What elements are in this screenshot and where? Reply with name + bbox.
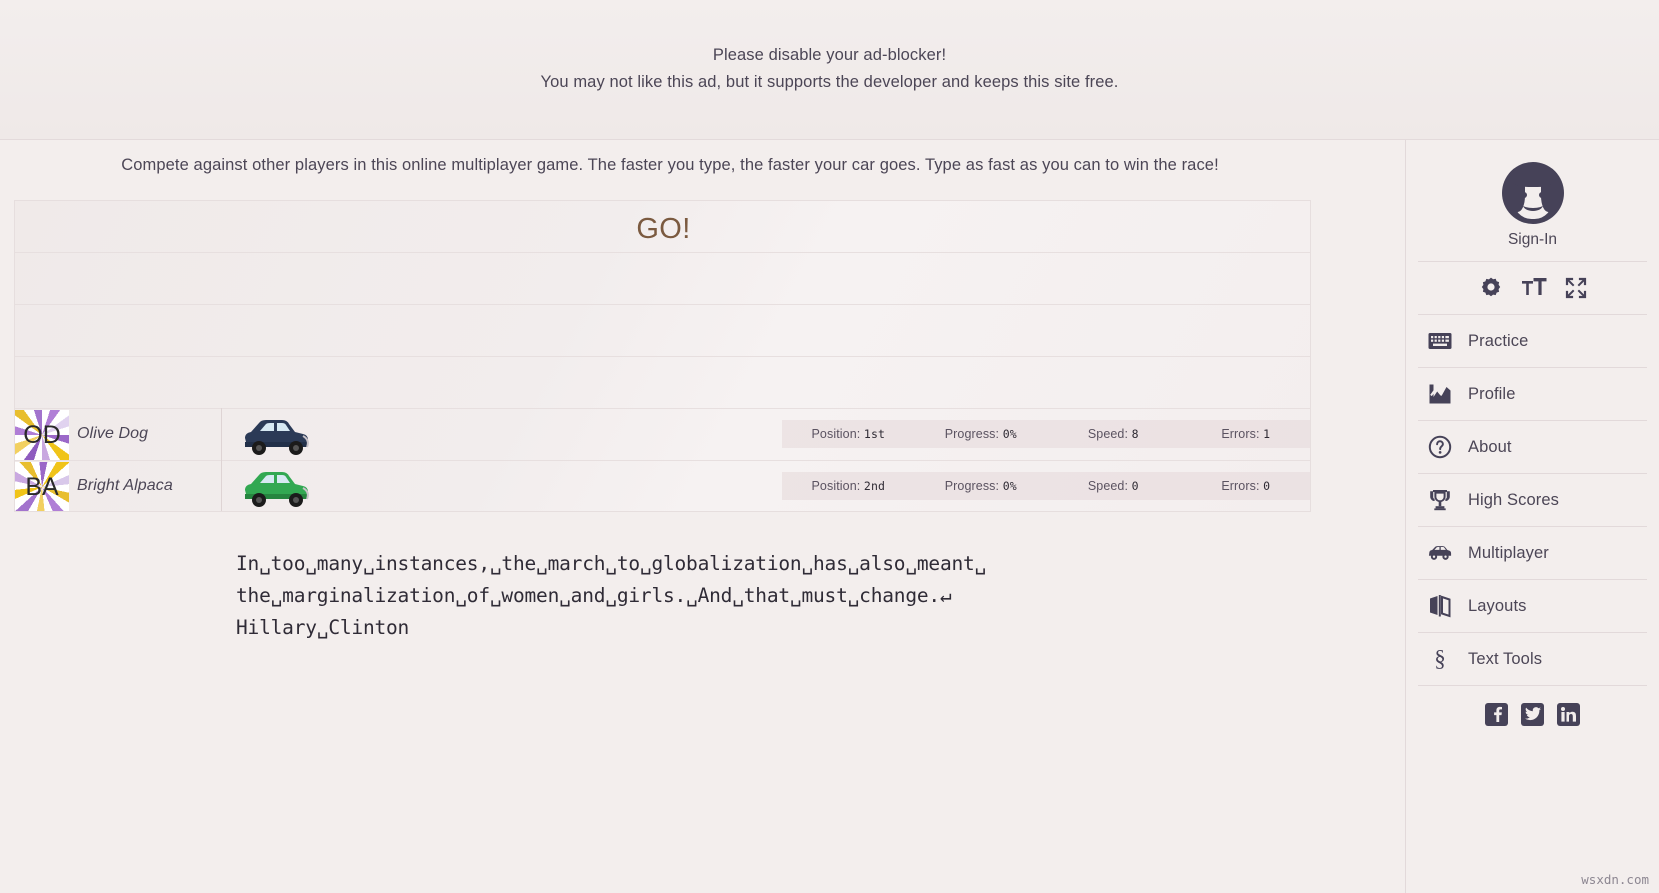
stat-errors-label: Errors: xyxy=(1221,479,1260,493)
stat-progress-value: 0% xyxy=(1002,427,1017,441)
stat-progress-label: Progress: xyxy=(944,427,1000,441)
stat-errors: Errors: 0 xyxy=(1180,479,1311,493)
svg-text:§: § xyxy=(1434,647,1446,671)
sidebar-item-label: About xyxy=(1468,437,1512,456)
chart-icon xyxy=(1428,382,1452,406)
player-stats: Position: 2nd Progress: 0% Speed: 0 Erro… xyxy=(782,472,1311,500)
question-circle-icon xyxy=(1428,435,1452,459)
stat-position-label: Position: xyxy=(811,479,861,493)
player-car xyxy=(233,416,317,458)
player-name: Olive Dog xyxy=(77,425,149,442)
sign-in-button[interactable]: Sign-In xyxy=(1406,140,1659,261)
table-row: BA Bright Alpaca Position: 2nd Progress: xyxy=(15,460,1311,511)
stat-position-value: 1st xyxy=(863,427,885,441)
sidebar-item-label: Layouts xyxy=(1468,596,1527,615)
sidebar-item-label: Profile xyxy=(1468,384,1516,403)
avatar: OD xyxy=(15,410,69,460)
quick-settings-row xyxy=(1406,262,1659,314)
main-content: Compete against other players in this on… xyxy=(0,140,1405,893)
sidebar-item-multiplayer[interactable]: Multiplayer xyxy=(1406,527,1659,579)
layouts-icon xyxy=(1428,594,1452,618)
stat-position: Position: 2nd xyxy=(782,479,915,493)
twitter-icon[interactable] xyxy=(1521,702,1544,726)
sidebar-item-text-tools[interactable]: § Text Tools xyxy=(1406,633,1659,685)
user-avatar-icon xyxy=(1501,162,1564,224)
ad-subtext: You may not like this ad, but it support… xyxy=(540,73,1119,91)
stat-speed-value: 8 xyxy=(1131,427,1139,441)
ad-headline: Please disable your ad-blocker! xyxy=(712,46,947,64)
linkedin-icon[interactable] xyxy=(1557,702,1580,726)
sidebar-item-label: Practice xyxy=(1468,331,1529,350)
player-stats: Position: 1st Progress: 0% Speed: 8 Erro… xyxy=(782,420,1311,448)
watermark: wsxdn.com xyxy=(1581,872,1649,887)
stat-progress-value: 0% xyxy=(1002,479,1017,493)
stat-errors-label: Errors: xyxy=(1221,427,1260,441)
lane-divider xyxy=(15,304,1310,305)
sign-in-label: Sign-In xyxy=(1507,231,1558,248)
table-row: OD Olive Dog Position: 1st Progress: 0% xyxy=(15,408,1311,460)
sidebar-item-high-scores[interactable]: High Scores xyxy=(1406,474,1659,526)
race-countdown-text: GO! xyxy=(636,213,691,245)
stat-errors: Errors: 1 xyxy=(1180,427,1311,441)
stat-errors-value: 0 xyxy=(1263,479,1271,493)
stat-speed: Speed: 8 xyxy=(1047,427,1180,441)
sidebar-item-label: Multiplayer xyxy=(1468,543,1549,562)
fullscreen-icon[interactable] xyxy=(1565,277,1587,299)
stat-progress-label: Progress: xyxy=(944,479,1000,493)
section-sign-icon: § xyxy=(1428,647,1452,671)
car-icon xyxy=(1428,541,1452,565)
typing-prompt-text[interactable]: In␣too␣many␣instances,␣the␣march␣to␣glob… xyxy=(236,548,1136,644)
sidebar: Sign-In Practice Profile About High Scor… xyxy=(1405,140,1659,893)
stat-position-label: Position: xyxy=(811,427,861,441)
sidebar-item-about[interactable]: About xyxy=(1406,421,1659,473)
sidebar-item-profile[interactable]: Profile xyxy=(1406,368,1659,420)
stat-progress: Progress: 0% xyxy=(915,427,1048,441)
stat-errors-value: 1 xyxy=(1263,427,1271,441)
player-name: Bright Alpaca xyxy=(77,477,173,494)
player-car xyxy=(233,468,317,510)
stat-speed-value: 0 xyxy=(1131,479,1139,493)
avatar: BA xyxy=(15,462,69,511)
trophy-icon xyxy=(1428,488,1452,512)
keyboard-icon xyxy=(1428,329,1452,353)
game-intro-text: Compete against other players in this on… xyxy=(121,156,1219,174)
sidebar-item-layouts[interactable]: Layouts xyxy=(1406,580,1659,632)
lane-divider xyxy=(15,356,1310,357)
race-track: GO! OD Olive Dog Position: 1st Progress:… xyxy=(14,200,1311,512)
stat-speed-label: Speed: xyxy=(1087,427,1129,441)
lane-divider xyxy=(15,252,1310,253)
stat-position-value: 2nd xyxy=(863,479,885,493)
stat-progress: Progress: 0% xyxy=(915,479,1048,493)
stat-speed: Speed: 0 xyxy=(1047,479,1180,493)
sidebar-item-practice[interactable]: Practice xyxy=(1406,315,1659,367)
facebook-icon[interactable] xyxy=(1485,702,1508,726)
ad-banner: Please disable your ad-blocker! You may … xyxy=(0,0,1659,140)
stat-speed-label: Speed: xyxy=(1087,479,1129,493)
sidebar-item-label: Text Tools xyxy=(1468,649,1543,668)
gear-icon[interactable] xyxy=(1479,276,1503,300)
stat-position: Position: 1st xyxy=(782,427,915,441)
font-size-icon[interactable] xyxy=(1521,277,1547,299)
sidebar-item-label: High Scores xyxy=(1468,490,1559,509)
social-links-row xyxy=(1406,686,1659,742)
